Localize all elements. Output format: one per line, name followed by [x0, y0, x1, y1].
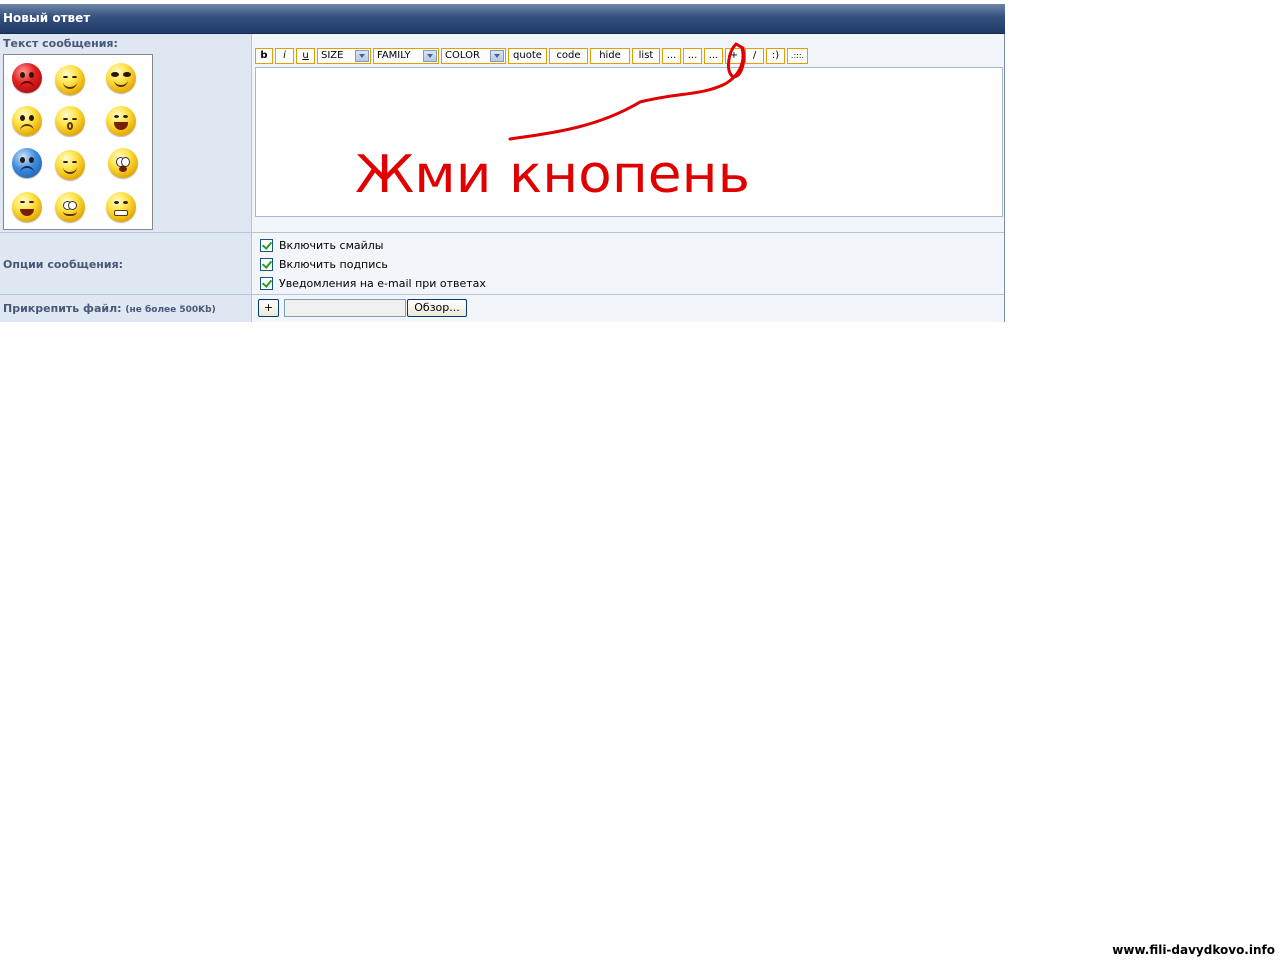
color-select[interactable]: COLOR	[441, 48, 506, 64]
attach-size-note: (не более 500Kb)	[125, 305, 216, 315]
code-button[interactable]: code	[549, 48, 588, 64]
form-title: Новый ответ	[3, 11, 91, 25]
laugh-icon[interactable]	[106, 106, 136, 136]
checkbox-email-notify[interactable]	[260, 277, 273, 290]
chevron-down-icon	[423, 50, 437, 62]
add-file-button[interactable]: +	[258, 299, 279, 317]
bold-button[interactable]: b	[255, 48, 273, 64]
family-select[interactable]: FAMILY	[373, 48, 439, 64]
dizzy-icon[interactable]	[55, 192, 85, 222]
checkbox-signature[interactable]	[260, 258, 273, 271]
size-select-label: SIZE	[321, 50, 344, 61]
rofl-icon[interactable]	[12, 192, 42, 222]
site-watermark: www.fili-davydkovo.info	[1112, 943, 1275, 957]
grin-icon[interactable]	[55, 65, 85, 95]
shocked-icon[interactable]	[108, 148, 138, 178]
underline-button[interactable]: u	[296, 48, 315, 64]
checkbox-smileys[interactable]	[260, 239, 273, 252]
form-titlebar: Новый ответ	[0, 4, 1005, 34]
cool-icon[interactable]	[106, 63, 136, 93]
message-label: Текст сообщения:	[3, 37, 118, 50]
chevron-down-icon	[490, 50, 504, 62]
reply-form: Новый ответ Текст сообщения: b i u SIZE …	[0, 4, 1005, 322]
smile-icon[interactable]	[55, 150, 85, 180]
color-select-label: COLOR	[445, 50, 480, 61]
message-row: Текст сообщения: b i u SIZE FAMILY COLOR…	[0, 34, 1004, 233]
list-button[interactable]: list	[632, 48, 660, 64]
attach-cell: + Обзор...	[252, 295, 1004, 322]
sad-blue-icon[interactable]	[12, 148, 42, 178]
file-path-input[interactable]	[284, 299, 406, 317]
options-cell: Включить смайлы Включить подпись Уведомл…	[252, 233, 1004, 294]
more-button-3[interactable]: ...	[704, 48, 723, 64]
message-textarea[interactable]	[255, 67, 1003, 217]
option-label: Включить подпись	[279, 258, 388, 271]
option-label: Уведомления на e-mail при ответах	[279, 277, 486, 290]
italic-button[interactable]: i	[275, 48, 294, 64]
cry-icon[interactable]	[12, 106, 42, 136]
quote-button[interactable]: quote	[508, 48, 547, 64]
eyes-closed-icon[interactable]	[55, 106, 85, 136]
message-input-cell: b i u SIZE FAMILY COLOR quote code hide …	[252, 34, 1004, 232]
angry-icon[interactable]	[12, 63, 42, 93]
attach-label-cell: Прикрепить файл: (не более 500Kb)	[0, 295, 252, 322]
smiley-panel	[3, 54, 153, 230]
options-label: Опции сообщения:	[3, 258, 124, 271]
slash-button[interactable]: /	[745, 48, 764, 64]
plus-button[interactable]: +	[725, 48, 743, 64]
family-select-label: FAMILY	[377, 50, 411, 61]
hide-button[interactable]: hide	[590, 48, 630, 64]
grimace-icon[interactable]	[106, 192, 136, 222]
misc-button[interactable]: .:::.	[787, 48, 808, 64]
message-label-cell: Текст сообщения:	[0, 34, 252, 232]
options-row: Опции сообщения: Включить смайлы Включит…	[0, 233, 1004, 295]
chevron-down-icon	[355, 50, 369, 62]
attach-label-text: Прикрепить файл:	[3, 302, 122, 315]
smile-button[interactable]: :)	[766, 48, 785, 64]
more-button-2[interactable]: ...	[683, 48, 702, 64]
size-select[interactable]: SIZE	[317, 48, 371, 64]
attach-row: Прикрепить файл: (не более 500Kb) + Обзо…	[0, 295, 1004, 322]
more-button-1[interactable]: ...	[662, 48, 681, 64]
option-label: Включить смайлы	[279, 239, 384, 252]
options-label-cell: Опции сообщения:	[0, 233, 252, 294]
browse-button[interactable]: Обзор...	[407, 299, 467, 317]
attach-label: Прикрепить файл: (не более 500Kb)	[3, 302, 216, 315]
